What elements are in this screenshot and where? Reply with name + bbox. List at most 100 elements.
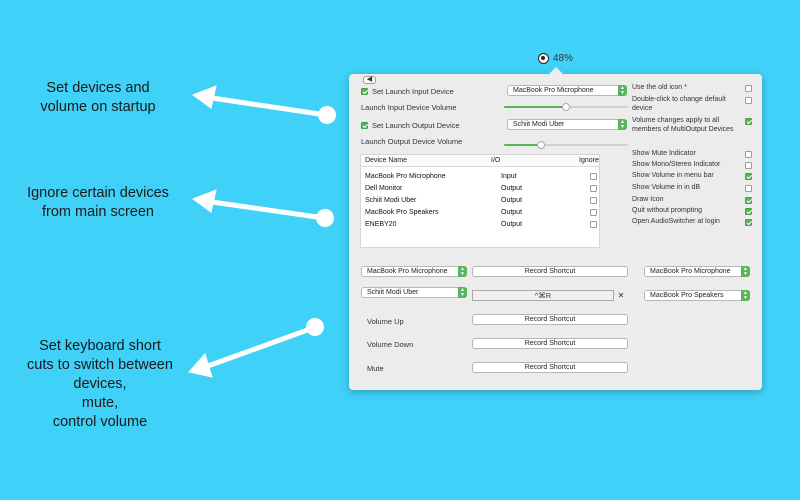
option-checkbox[interactable] — [745, 208, 752, 215]
arrow-shortcuts-handle — [306, 318, 324, 336]
device-io: Output — [501, 209, 523, 216]
option-label: Use the old icon * — [632, 84, 687, 91]
device-io: Output — [501, 185, 523, 192]
shortcut-device-select-2[interactable]: Schiit Modi Uber ▲ ▼ — [361, 287, 467, 298]
column-header-ignore[interactable]: Ignore — [579, 157, 599, 164]
ignore-checkbox[interactable] — [590, 221, 597, 228]
option-volume-multioutput: Volume changes apply to all members of M… — [632, 117, 752, 134]
option-checkbox[interactable] — [745, 162, 752, 169]
option-checkbox[interactable] — [745, 197, 752, 204]
option-label: Draw Icon — [632, 196, 664, 203]
option-label: Quit without prompting — [632, 207, 703, 214]
ignore-checkbox[interactable] — [590, 209, 597, 216]
device-name: Dell Monitor — [365, 185, 403, 192]
arrow-startup-head — [191, 85, 217, 109]
launch-output-device-select[interactable]: Schiit Modi Uber ▲ ▼ — [507, 119, 627, 130]
mute-label: Mute — [367, 364, 384, 373]
recorded-shortcut-field[interactable]: ^⌘R — [472, 290, 614, 301]
option-double-click: Double-click to change default device — [632, 96, 752, 113]
option-label: Volume changes apply to all members of M… — [632, 117, 734, 133]
table-row[interactable]: MacBook Pro Speakers Output — [361, 207, 599, 219]
record-shortcut-button-volume-down[interactable]: Record Shortcut — [472, 338, 628, 349]
option-checkbox[interactable] — [745, 151, 752, 158]
option-label: Show Volume in menu bar — [632, 172, 714, 179]
set-launch-input-checkbox[interactable] — [361, 88, 368, 95]
arrow-ignore-head — [191, 189, 217, 213]
option-show-mono-stereo: Show Mono/Stereo Indicator — [632, 161, 752, 170]
arrow-ignore — [209, 199, 327, 221]
option-label: Show Mono/Stereo Indicator — [632, 161, 721, 168]
option-label: Show Volume in in dB — [632, 184, 701, 191]
record-shortcut-button-volume-up[interactable]: Record Shortcut — [472, 314, 628, 325]
arrow-shortcuts — [205, 325, 316, 369]
device-name: ENEBY20 — [365, 221, 397, 228]
set-launch-input-row: Set Launch Input Device — [361, 87, 454, 96]
device-name: Schiit Modi Uber — [365, 197, 417, 204]
option-label: Show Mute Indicator — [632, 150, 696, 157]
option-quit-without-prompting: Quit without prompting — [632, 207, 752, 216]
back-arrow-icon: ◀ — [366, 76, 373, 83]
launch-input-device-value: MacBook Pro Microphone — [513, 87, 594, 94]
launch-output-volume-slider[interactable] — [504, 140, 628, 150]
shortcut-target-device-value: MacBook Pro Speakers — [650, 292, 724, 299]
table-row[interactable]: Dell Monitor Output — [361, 183, 599, 195]
option-use-old-icon: Use the old icon * — [632, 84, 752, 93]
column-header-io[interactable]: I/O — [491, 157, 500, 164]
device-io: Output — [501, 221, 523, 228]
arrow-ignore-handle — [316, 209, 334, 227]
option-checkbox[interactable] — [745, 85, 752, 92]
shortcut-device-value: MacBook Pro Microphone — [367, 268, 448, 275]
option-show-mute: Show Mute Indicator — [632, 150, 752, 159]
device-io: Input — [501, 173, 517, 180]
set-launch-output-label: Set Launch Output Device — [372, 121, 460, 130]
arrow-startup — [209, 95, 329, 118]
option-checkbox[interactable] — [745, 97, 752, 104]
record-shortcut-button-device-1[interactable]: Record Shortcut — [472, 266, 628, 277]
column-header-device-name[interactable]: Device Name — [365, 157, 407, 164]
record-shortcut-button-mute[interactable]: Record Shortcut — [472, 362, 628, 373]
chevron-updown-icon: ▲ ▼ — [458, 287, 467, 298]
option-draw-icon: Draw Icon — [632, 196, 752, 205]
chevron-updown-icon: ▲ ▼ — [618, 85, 627, 96]
shortcut-device-value: Schiit Modi Uber — [367, 289, 419, 296]
option-checkbox[interactable] — [745, 173, 752, 180]
option-checkbox[interactable] — [745, 219, 752, 226]
slider-knob[interactable] — [562, 103, 570, 111]
option-checkbox[interactable] — [745, 185, 752, 192]
table-row[interactable]: MacBook Pro Microphone Input — [361, 171, 599, 183]
launch-output-device-value: Schiit Modi Uber — [513, 121, 565, 128]
preferences-popover: ◀ Set Launch Input Device MacBook Pro Mi… — [349, 67, 762, 390]
back-button[interactable]: ◀ — [363, 76, 376, 84]
table-row[interactable]: Schiit Modi Uber Output — [361, 195, 599, 207]
option-open-at-login: Open AudioSwitcher at login — [632, 218, 752, 227]
menubar-status-item[interactable]: 48% — [538, 53, 573, 64]
table-row[interactable]: ENEBY20 Output — [361, 219, 599, 231]
shortcut-device-select-1[interactable]: MacBook Pro Microphone ▲ ▼ — [361, 266, 467, 277]
slider-knob[interactable] — [537, 141, 546, 149]
launch-input-volume-label: Launch Input Device Volume — [361, 103, 457, 112]
clear-shortcut-icon[interactable]: ✕ — [616, 291, 626, 301]
chevron-updown-icon: ▲ ▼ — [458, 266, 467, 277]
shortcut-target-device-value: MacBook Pro Microphone — [650, 268, 731, 275]
volume-percent: 48% — [553, 53, 574, 64]
ignore-checkbox[interactable] — [590, 173, 597, 180]
audio-record-icon — [538, 53, 549, 64]
device-table-header: Device Name I/O Ignore — [361, 155, 599, 167]
chevron-updown-icon: ▲ ▼ — [618, 119, 627, 130]
launch-input-device-select[interactable]: MacBook Pro Microphone ▲ ▼ — [507, 85, 627, 96]
ignore-checkbox[interactable] — [590, 197, 597, 204]
set-launch-input-label: Set Launch Input Device — [372, 87, 454, 96]
set-launch-output-checkbox[interactable] — [361, 122, 368, 129]
launch-input-volume-slider[interactable] — [504, 102, 628, 112]
shortcut-target-device-select-1[interactable]: MacBook Pro Microphone ▲ ▼ — [644, 266, 750, 277]
arrow-startup-handle — [318, 106, 336, 124]
option-show-volume-db: Show Volume in in dB — [632, 184, 752, 193]
shortcut-target-device-select-2[interactable]: MacBook Pro Speakers ▲ ▼ — [644, 290, 750, 301]
option-checkbox[interactable] — [745, 118, 752, 125]
ignore-checkbox[interactable] — [590, 185, 597, 192]
option-show-volume-menubar: Show Volume in menu bar — [632, 172, 752, 181]
slider-fill — [504, 144, 542, 146]
device-io: Output — [501, 197, 523, 204]
launch-output-volume-label: Launch Output Device Volume — [361, 137, 463, 146]
set-launch-output-row: Set Launch Output Device — [361, 121, 460, 130]
